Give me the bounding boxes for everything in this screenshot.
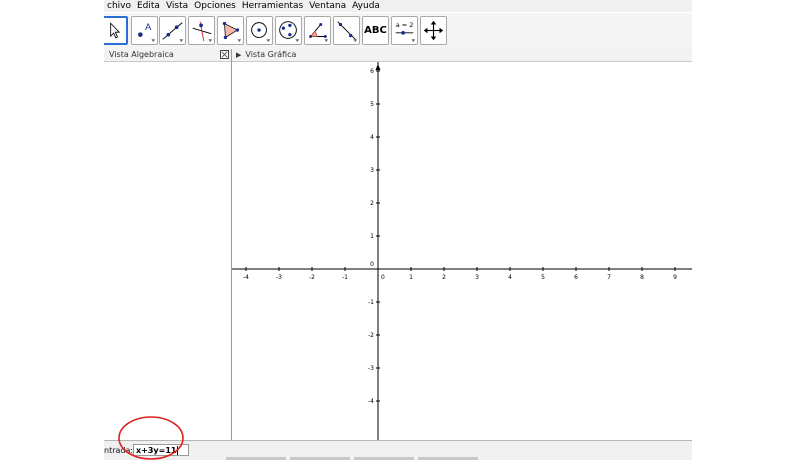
polygon-tool-button[interactable] [217, 16, 244, 45]
x-tick-label: 7 [607, 274, 611, 281]
y-tick-label: 0 [370, 261, 374, 268]
y-tick-label: 3 [370, 167, 374, 174]
menu-herramientas[interactable]: Herramientas [239, 0, 306, 12]
line-through-points-icon [162, 22, 184, 43]
perpendicular-line-icon [192, 21, 213, 43]
x-tick-label: 2 [442, 274, 446, 281]
toolbar: A ABC a = 2 [104, 13, 692, 50]
line-tool-button[interactable] [159, 16, 186, 45]
y-tick-label: -1 [368, 299, 374, 306]
move-graphics-view-icon [423, 20, 444, 41]
menu-edita[interactable]: Edita [134, 0, 163, 12]
input-field[interactable]: x+3y=11 [133, 444, 189, 456]
menu-ventana[interactable]: Ventana [306, 0, 349, 12]
circle-three-points-button[interactable] [275, 16, 302, 45]
y-axis-arrow [375, 64, 381, 70]
text-caret [177, 446, 179, 455]
x-tick-label: -3 [276, 274, 282, 281]
move-arrow-icon [110, 22, 121, 39]
x-tick-label: -4 [243, 274, 249, 281]
menu-ayuda[interactable]: Ayuda [349, 0, 383, 12]
x-tick-label: 5 [541, 274, 545, 281]
y-tick-label: 5 [370, 101, 374, 108]
menu-opciones[interactable]: Opciones [191, 0, 239, 12]
angle-tool-button[interactable] [304, 16, 331, 45]
circle-center-point-icon [251, 22, 271, 43]
coordinate-axes: -4 -3 -2 -1 0 1 2 3 4 5 6 7 8 9 6 5 4 3 2 1 0 -1 -2 -3 -4 [232, 62, 692, 440]
slider-tool-button[interactable]: a = 2 [391, 16, 418, 45]
x-tick-label: 8 [640, 274, 644, 281]
x-tick-label: -1 [342, 274, 348, 281]
y-tick-label: -2 [368, 332, 374, 339]
y-tick-label: 1 [370, 233, 374, 240]
close-icon[interactable] [220, 50, 229, 59]
reflect-about-line-icon [337, 21, 358, 43]
menu-vista[interactable]: Vista [163, 0, 191, 12]
y-tick-label: 2 [370, 200, 374, 207]
text-tool-icon: ABC [364, 25, 387, 36]
x-tick-label: 9 [673, 274, 677, 281]
y-tick-label: 4 [370, 134, 374, 141]
circle-three-points-icon [279, 21, 300, 43]
x-tick-label: 0 [381, 274, 385, 281]
polygon-icon [222, 21, 242, 43]
x-tick-label: 6 [574, 274, 578, 281]
x-tick-label: 1 [409, 274, 413, 281]
algebra-view-title: Vista Algebraica [109, 50, 174, 59]
algebra-view-header: Vista Algebraica [104, 49, 231, 62]
x-tick-label: -2 [309, 274, 315, 281]
slider-tool-label: a = 2 [396, 21, 414, 29]
x-tick-label: 4 [508, 274, 512, 281]
input-value: x+3y=11 [136, 446, 177, 455]
collapse-triangle-icon[interactable]: ▶ [236, 49, 241, 61]
move-tool-button[interactable] [104, 16, 128, 45]
graphics-view-title: Vista Gráfica [245, 50, 297, 59]
text-tool-button[interactable]: ABC [362, 16, 389, 45]
graphics-view-header: ▶ Vista Gráfica [232, 49, 692, 62]
geogebra-window: chivo Edita Vista Opciones Herramientas … [104, 0, 692, 460]
graphics-canvas[interactable]: -4 -3 -2 -1 0 1 2 3 4 5 6 7 8 9 6 5 4 3 2 1 0 -1 -2 -3 -4 [232, 62, 692, 440]
perpendicular-tool-button[interactable] [188, 16, 215, 45]
new-point-icon: A [138, 22, 156, 43]
y-tick-label: 6 [370, 68, 374, 75]
angle-icon [309, 23, 329, 43]
y-tick-label: -3 [368, 365, 374, 372]
menu-archivo[interactable]: chivo [104, 0, 134, 12]
new-point-tool-button[interactable]: A [131, 16, 158, 45]
menu-bar: chivo Edita Vista Opciones Herramientas … [104, 0, 692, 12]
y-tick-label: -4 [368, 398, 374, 405]
slider-icon: a = 2 [395, 21, 416, 43]
new-point-label: A [145, 22, 152, 33]
x-tick-label: 3 [475, 274, 479, 281]
move-graphics-tool-button[interactable] [420, 16, 447, 45]
circle-tool-button[interactable] [246, 16, 273, 45]
reflect-tool-button[interactable] [333, 16, 360, 45]
input-label: ntrada: [104, 446, 134, 455]
